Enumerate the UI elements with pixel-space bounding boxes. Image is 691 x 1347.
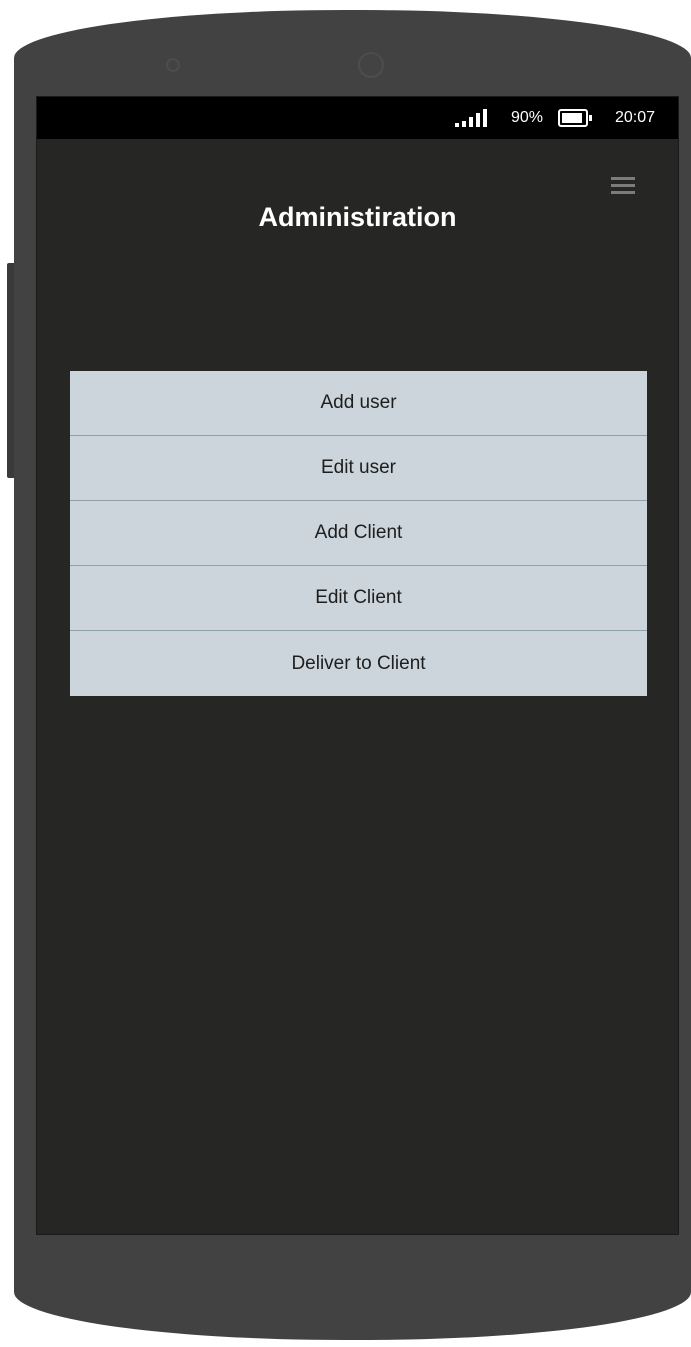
status-clock: 20:07 <box>615 109 656 126</box>
battery-level-fill <box>562 113 582 123</box>
battery-percent: 90% <box>511 109 544 126</box>
edit-client-button[interactable]: Edit Client <box>70 566 647 631</box>
battery-icon <box>558 109 592 127</box>
status-bar: 90% 20:07 <box>37 97 678 139</box>
add-user-button[interactable]: Add user <box>70 371 647 436</box>
admin-menu-list: Add user Edit user Add Client Edit Clien… <box>70 371 647 696</box>
hamburger-menu-icon[interactable] <box>611 177 635 195</box>
edit-user-button[interactable]: Edit user <box>70 436 647 501</box>
add-client-button[interactable]: Add Client <box>70 501 647 566</box>
front-camera <box>358 52 384 78</box>
proximity-sensor <box>166 58 180 72</box>
deliver-to-client-button[interactable]: Deliver to Client <box>70 631 647 696</box>
phone-screen: 90% 20:07 Administiration Add user Edit … <box>36 96 679 1235</box>
signal-strength-icon <box>455 109 491 127</box>
page-title: Administiration <box>258 202 457 232</box>
